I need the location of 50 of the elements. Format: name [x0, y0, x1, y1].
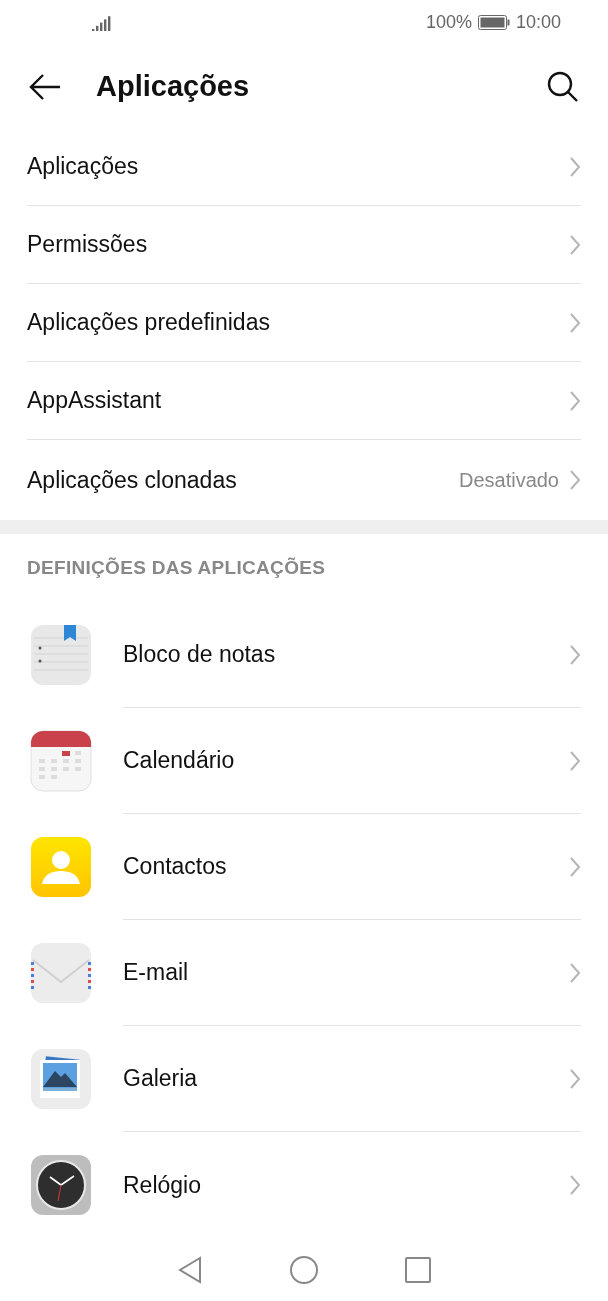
- envelope-icon: [30, 942, 92, 1004]
- recents-icon[interactable]: [405, 1256, 431, 1283]
- chevron-icon: [569, 389, 581, 412]
- chevron-icon: [569, 311, 581, 334]
- chevron-icon: [569, 233, 581, 256]
- notepad-icon: [30, 624, 92, 686]
- menu-item[interactable]: Aplicações: [27, 128, 581, 206]
- chevron-icon: [569, 1174, 581, 1196]
- battery-icon: [477, 15, 510, 30]
- back-icon[interactable]: [28, 71, 62, 102]
- chevron-icon: [569, 643, 581, 666]
- app-label: Contactos: [123, 853, 228, 880]
- app-item[interactable]: Calendário: [0, 708, 608, 814]
- chevron-icon: [569, 1067, 581, 1090]
- app-label: Calendário: [123, 747, 236, 774]
- signal-icon: [92, 14, 112, 31]
- menu-label: Aplicações clonadas: [27, 466, 238, 494]
- app-label: Relógio: [123, 1171, 202, 1199]
- section-title: DEFINIÇÕES DAS APLICAÇÕES: [27, 557, 326, 579]
- menu-label: Aplicações predefinidas: [27, 309, 271, 336]
- menu-label: Aplicações: [27, 153, 140, 180]
- menu-label: AppAssistant: [27, 387, 163, 414]
- menu-item[interactable]: Aplicações predefinidas: [27, 284, 581, 362]
- app-item[interactable]: Contactos: [0, 814, 608, 920]
- page-title: Aplicações: [96, 70, 251, 103]
- clock-icon: [30, 1154, 92, 1216]
- app-item[interactable]: Galeria: [0, 1026, 608, 1132]
- app-label: E-mail: [123, 959, 190, 986]
- calendar-icon: [30, 730, 92, 792]
- status-value: Desativado: [458, 468, 559, 492]
- clock-time: 10:00: [515, 12, 561, 33]
- home-icon[interactable]: [289, 1254, 319, 1285]
- chevron-icon: [569, 961, 581, 984]
- chevron-icon: [569, 155, 581, 178]
- contact-icon: [30, 836, 92, 898]
- chevron-icon: [569, 855, 581, 878]
- battery-percentage: 100%: [425, 12, 472, 33]
- app-label: Galeria: [123, 1065, 199, 1092]
- app-label: Bloco de notas: [123, 641, 277, 668]
- menu-item[interactable]: Aplicações clonadas Desativado: [27, 440, 581, 520]
- menu-item[interactable]: AppAssistant: [27, 362, 581, 440]
- chevron-icon: [569, 749, 581, 772]
- app-item[interactable]: E-mail: [0, 920, 608, 1026]
- photo-icon: [30, 1048, 92, 1110]
- app-item[interactable]: Relógio: [0, 1132, 608, 1238]
- menu-label: Permissões: [27, 231, 149, 258]
- search-icon[interactable]: [546, 69, 580, 104]
- app-item[interactable]: Bloco de notas: [0, 602, 608, 708]
- chevron-icon: [569, 469, 581, 491]
- menu-item[interactable]: Permissões: [27, 206, 581, 284]
